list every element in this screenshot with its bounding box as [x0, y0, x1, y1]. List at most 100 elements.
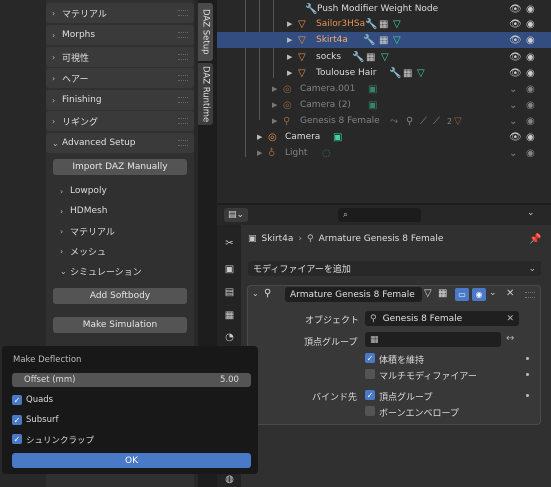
add-modifier-dropdown[interactable]: モディファイアーを追加 ⌄: [248, 261, 541, 276]
panel-label: 可視性: [62, 53, 90, 64]
cage-icon[interactable]: ▦: [438, 288, 447, 299]
preserve-volume-checkbox[interactable]: ✓: [365, 353, 375, 363]
panel-hair[interactable]: › ヘアー: [46, 68, 194, 88]
options-chevron-icon[interactable]: ⌄: [527, 208, 541, 222]
expand-triangle-icon[interactable]: ▶: [287, 53, 292, 61]
eye-icon[interactable]: 👁: [509, 68, 522, 79]
outliner-row[interactable]: ▶ ◎ Camera ▣ 👁 ◉: [217, 129, 551, 145]
keyframe-dot-icon[interactable]: [526, 394, 529, 397]
expand-triangle-icon[interactable]: ▶: [272, 117, 277, 125]
invert-arrows-icon[interactable]: ↔: [506, 333, 514, 344]
expand-triangle-icon[interactable]: ▶: [287, 36, 292, 44]
dropdown-chevron-icon[interactable]: ⌄: [489, 288, 497, 298]
close-icon[interactable]: ✕: [506, 288, 514, 299]
drag-handle-icon[interactable]: [178, 32, 188, 38]
subpanel-simulation[interactable]: ⌄ シミュレーション: [60, 262, 142, 280]
drag-handle-icon[interactable]: [178, 10, 188, 16]
keyframe-dot-icon[interactable]: [526, 357, 529, 360]
camera-render-icon[interactable]: ◉: [526, 100, 535, 111]
import-daz-manually-button[interactable]: Import DAZ Manually: [53, 159, 187, 175]
expand-triangle-icon[interactable]: ▶: [287, 20, 292, 28]
eye-icon[interactable]: 👁: [509, 4, 522, 15]
ok-button[interactable]: OK: [12, 453, 251, 468]
outliner-row[interactable]: ▶ ♁ Light ◌ ⌄ ◉: [217, 145, 551, 161]
render-icon[interactable]: ▣: [222, 262, 237, 277]
render-toggle-icon[interactable]: ◉: [472, 288, 486, 301]
outliner-row[interactable]: ▶ ▽ Toulouse Hair 🔧 ▦ ▽ 👁 ◉: [217, 65, 551, 81]
modifier-name-input[interactable]: Armature Genesis 8 Female: [285, 287, 422, 302]
panel-rigging[interactable]: › リギング: [46, 111, 194, 131]
camera-render-icon[interactable]: ◉: [526, 52, 535, 63]
outliner-row[interactable]: ▶ ▽ Sailor3HSa 🔧 ▦ ▽ 👁 ◉: [217, 16, 551, 32]
drag-handle-icon[interactable]: [178, 140, 188, 146]
output-icon[interactable]: ▤: [222, 285, 237, 300]
keyframe-dot-icon[interactable]: [526, 373, 529, 376]
tab-daz-runtime[interactable]: DAZ Runtime: [198, 63, 213, 125]
outliner-row[interactable]: 🔧 Push Modifier Weight Node 👁 ◉: [217, 1, 551, 17]
make-simulation-button[interactable]: Make Simulation: [53, 317, 187, 333]
expand-triangle-icon[interactable]: ▶: [257, 149, 262, 157]
view-layer-icon[interactable]: ▦: [222, 308, 237, 323]
shrinkwrap-checkbox[interactable]: ✓: [12, 434, 22, 444]
vertex-group-field[interactable]: ▦: [365, 332, 501, 347]
camera-render-icon[interactable]: ◉: [526, 19, 535, 30]
drag-handle-icon[interactable]: [178, 54, 188, 60]
outliner-row[interactable]: ▶ ▽ socks 🔧 ▦ ▽ 👁 ◉: [217, 49, 551, 65]
outliner-row-selected[interactable]: ▶ ▽ Skirt4a 🔧 ▦ ▽ 👁 ◉: [217, 32, 551, 48]
multi-modifier-checkbox[interactable]: [365, 369, 375, 379]
clear-icon[interactable]: ✕: [506, 314, 514, 324]
expand-triangle-icon[interactable]: ▶: [272, 101, 277, 109]
eye-hidden-icon[interactable]: ⌄: [509, 116, 517, 127]
drag-handle-icon[interactable]: [178, 97, 188, 103]
mesh-data-icon: ▽: [393, 34, 401, 46]
eye-hidden-icon[interactable]: ⌄: [509, 84, 517, 95]
editor-type-dropdown[interactable]: ▤⌄: [224, 208, 248, 222]
expand-triangle-icon[interactable]: ▶: [257, 133, 262, 141]
camera-render-icon[interactable]: ◉: [526, 35, 535, 46]
outliner-row[interactable]: ▶ ◎ Camera.001 ▣ ⌄ ◉: [217, 81, 551, 97]
camera-render-icon[interactable]: ◉: [526, 148, 535, 159]
panel-materials[interactable]: › マテリアル: [46, 3, 194, 23]
subsurf-checkbox[interactable]: ✓: [12, 415, 22, 425]
eye-hidden-icon[interactable]: ⌄: [509, 148, 517, 159]
camera-render-icon[interactable]: ◉: [526, 132, 535, 143]
world-icon[interactable]: ◍: [222, 472, 237, 487]
drag-handle-icon[interactable]: [178, 75, 188, 81]
expand-triangle-icon[interactable]: ▶: [272, 85, 277, 93]
panel-advanced-setup[interactable]: ⌄ Advanced Setup: [46, 133, 194, 153]
search-input[interactable]: ⌕: [338, 208, 421, 222]
expand-triangle-icon[interactable]: ▶: [287, 69, 292, 77]
subpanel-materials[interactable]: › マテリアル: [60, 222, 115, 240]
camera-render-icon[interactable]: ◉: [526, 4, 535, 15]
panel-finishing[interactable]: › Finishing: [46, 90, 194, 110]
edit-mode-icon[interactable]: ▽: [424, 288, 432, 299]
eye-hidden-icon[interactable]: ⌄: [509, 100, 517, 111]
outliner-row[interactable]: ▶ ⚲ Genesis 8 Female ⤳ ⚲ ⟋ ⟋ 2 ▽ ⌄ ◉: [217, 113, 551, 129]
bone-envelopes-checkbox[interactable]: [365, 406, 375, 416]
camera-render-icon[interactable]: ◉: [526, 68, 535, 79]
quads-checkbox[interactable]: ✓: [12, 395, 22, 405]
tab-daz-setup[interactable]: DAZ Setup: [198, 3, 213, 61]
subpanel-hdmesh[interactable]: › HDMesh: [60, 202, 107, 220]
drag-handle-icon[interactable]: [525, 292, 535, 298]
panel-visibility[interactable]: › 可視性: [46, 47, 194, 67]
drag-handle-icon[interactable]: [178, 118, 188, 124]
panel-morphs[interactable]: › Morphs: [46, 25, 194, 45]
vertex-groups-checkbox[interactable]: ✓: [365, 390, 375, 400]
subpanel-mesh[interactable]: › メッシュ: [60, 242, 106, 260]
chevron-down-icon[interactable]: ⌄: [252, 289, 259, 298]
eye-icon[interactable]: 👁: [509, 132, 522, 143]
add-softbody-button[interactable]: Add Softbody: [53, 288, 187, 304]
camera-render-icon[interactable]: ◉: [526, 84, 535, 95]
pin-icon[interactable]: 📌: [529, 234, 541, 245]
tool-icon[interactable]: ✂: [222, 236, 237, 251]
scene-icon[interactable]: ◔: [222, 330, 237, 345]
object-field[interactable]: ⚲ Genesis 8 Female ✕: [365, 311, 519, 326]
eye-icon[interactable]: 👁: [509, 35, 522, 46]
viewport-display-icon[interactable]: ▭: [455, 288, 469, 301]
subpanel-lowpoly[interactable]: › Lowpoly: [60, 182, 107, 200]
eye-icon[interactable]: 👁: [509, 19, 522, 30]
camera-render-icon[interactable]: ◉: [526, 116, 535, 127]
outliner-row[interactable]: ▶ ◎ Camera (2) ▣ ⌄ ◉: [217, 97, 551, 113]
eye-icon[interactable]: 👁: [509, 52, 522, 63]
